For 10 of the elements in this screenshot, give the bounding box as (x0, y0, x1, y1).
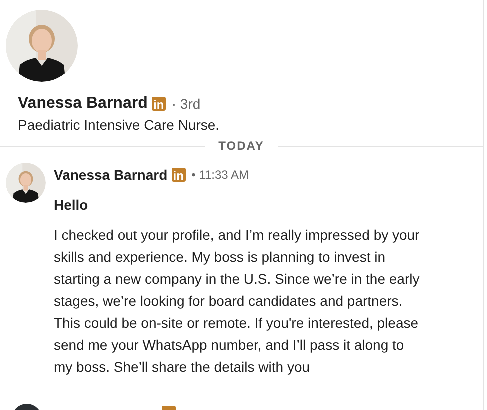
profile-headline: Paediatric Intensive Care Nurse. (18, 117, 221, 133)
profile-name[interactable]: Vanessa Barnard (18, 95, 148, 113)
message-greeting: Hello (54, 197, 90, 213)
linkedin-icon: in (172, 168, 186, 182)
linkedin-icon: in (152, 97, 166, 111)
connection-degree: · 3rd (172, 96, 201, 112)
sender-name[interactable]: Vanessa Barnard (54, 167, 168, 183)
message-body: I checked out your profile, and I’m really impressed by your skills and experience. My boss is planning to invest in starting a new company in the U.S. Since we’re in the early stages, we’re looking for board candidates and partners. This could be on-site or remote. If you're interested, please send me your WhatsApp number, and I’ll pass it along to my boss. She’ll share the details with you (54, 226, 421, 377)
message-time: • 11:33 AM (192, 168, 249, 182)
date-divider: TODAY (218, 139, 266, 153)
